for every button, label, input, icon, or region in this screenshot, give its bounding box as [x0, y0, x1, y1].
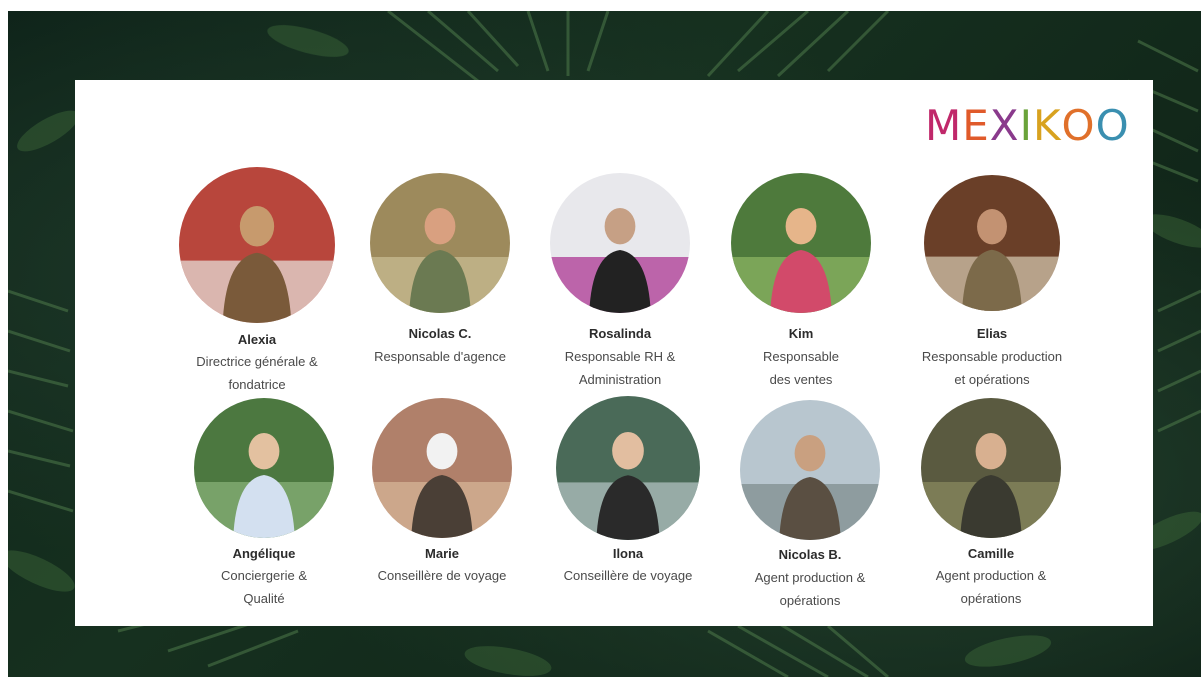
member-name: Angélique	[232, 546, 296, 561]
member-role: Agent production &	[754, 570, 866, 585]
logo-letter: O	[1095, 101, 1130, 150]
member-role: Agent production &	[935, 568, 1047, 583]
portrait-photo	[740, 400, 880, 540]
team-member-card: Ilona Conseillère de voyage	[528, 0, 728, 677]
member-name: Marie	[425, 546, 459, 561]
member-name: Camille	[967, 546, 1015, 561]
portrait-photo	[921, 398, 1061, 538]
member-role: Conseillère de voyage	[377, 568, 507, 583]
member-role: opérations	[779, 593, 841, 608]
portrait-photo	[372, 398, 512, 538]
portrait-photo	[556, 396, 700, 540]
member-role: Conciergerie &	[221, 568, 307, 583]
team-member-card: Nicolas B. Agent production & opérations	[710, 0, 910, 677]
member-name: Ilona	[612, 546, 644, 561]
team-member-card: Camille Agent production & opérations	[891, 0, 1091, 677]
team-member-card: Angélique Conciergerie & Qualité	[164, 0, 364, 677]
portrait-photo	[194, 398, 334, 538]
team-member-card: Marie Conseillère de voyage	[342, 0, 542, 677]
member-role: Qualité	[243, 591, 285, 606]
member-role: Conseillère de voyage	[563, 568, 693, 583]
member-role: opérations	[960, 591, 1022, 606]
member-name: Nicolas B.	[778, 547, 842, 562]
